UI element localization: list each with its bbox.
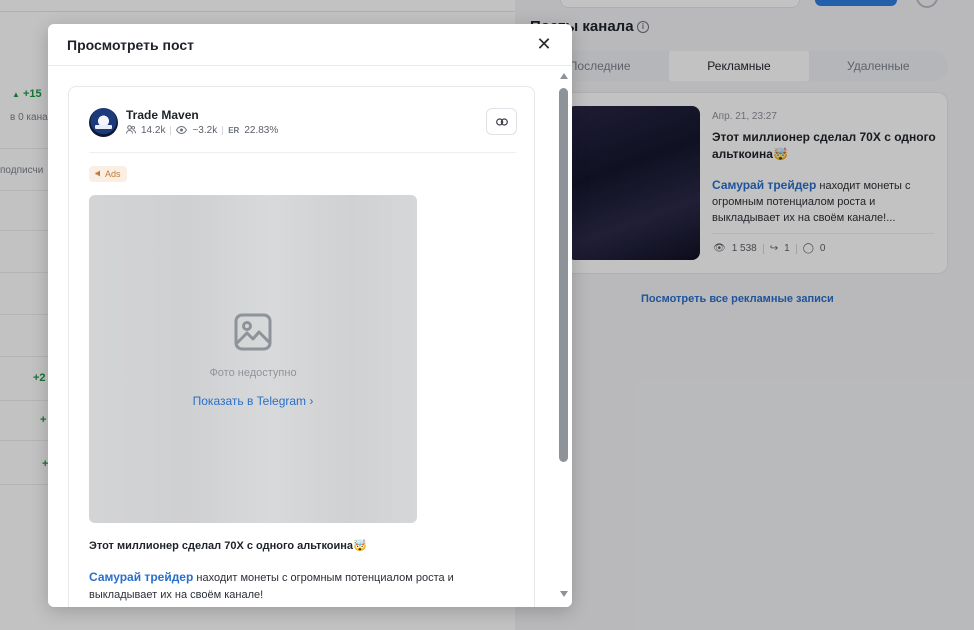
post-text: Самурай трейдер находит монеты с огромны…: [89, 569, 499, 604]
eye-icon: [176, 125, 188, 136]
view-post-modal: Просмотреть пост ✕ Trade Maven 14.2k ~3.…: [48, 24, 572, 607]
close-icon[interactable]: ✕: [535, 35, 553, 53]
post-preview-card: Trade Maven 14.2k ~3.2k ER 22.83% Ads Фо…: [68, 86, 535, 607]
subscribers-count: 14.2k: [141, 125, 166, 136]
image-icon: [234, 313, 272, 351]
scrollbar-thumb[interactable]: [559, 88, 568, 462]
post-photo-placeholder: Фото недоступно Показать в Telegram ›: [89, 195, 417, 523]
modal-title: Просмотреть пост: [67, 37, 194, 53]
users-icon: [126, 125, 136, 136]
channel-avatar[interactable]: [89, 108, 118, 137]
modal-body: Trade Maven 14.2k ~3.2k ER 22.83% Ads Фо…: [48, 67, 558, 607]
divider: [222, 126, 224, 135]
post-title: Этот миллионер сделал 70X с одного альтк…: [89, 540, 367, 552]
divider: [170, 126, 172, 135]
link-icon: [495, 113, 508, 131]
ads-badge-label: Ads: [105, 169, 121, 179]
ads-badge: Ads: [89, 166, 127, 182]
photo-unavailable-text: Фото недоступно: [209, 367, 297, 379]
views-count: ~3.2k: [192, 125, 218, 136]
divider: [89, 152, 516, 153]
er-value: 22.83%: [244, 125, 279, 136]
megaphone-icon: [95, 169, 102, 179]
copy-link-button[interactable]: [486, 108, 517, 135]
scroll-up-arrow-icon[interactable]: [557, 71, 572, 81]
scroll-down-arrow-icon[interactable]: [557, 589, 572, 599]
channel-stats: 14.2k ~3.2k ER 22.83%: [126, 125, 278, 136]
channel-link[interactable]: Самурай трейдер: [89, 570, 193, 584]
channel-name[interactable]: Trade Maven: [126, 108, 199, 122]
show-in-telegram-link[interactable]: Показать в Telegram ›: [89, 394, 417, 408]
modal-header: Просмотреть пост ✕: [48, 24, 572, 66]
er-label: ER: [228, 126, 240, 135]
